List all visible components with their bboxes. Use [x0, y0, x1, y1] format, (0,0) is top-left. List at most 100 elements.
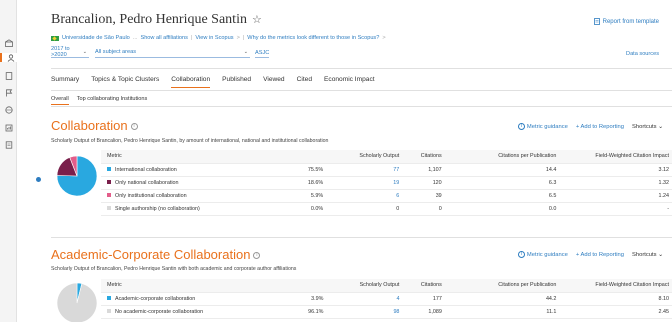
- shortcuts-label: Shortcuts: [632, 123, 657, 130]
- asjc-link[interactable]: ASJC: [255, 48, 270, 58]
- table-row: International collaboration 75.5% 77 1,1…: [101, 163, 672, 177]
- chevron-down-icon: ⌄: [82, 49, 87, 55]
- tab-published[interactable]: Published: [222, 76, 251, 88]
- add-to-reporting-button[interactable]: + Add to Reporting: [576, 252, 624, 258]
- scroll-marker: [36, 177, 41, 182]
- cpp-value: 44.2: [441, 292, 557, 306]
- fwci-value: 1.32: [556, 176, 672, 190]
- why-metrics-differ-link[interactable]: Why do the metrics look different to tho…: [247, 35, 379, 41]
- brazil-flag-icon: [51, 35, 59, 41]
- table-header-row: Metric Scholarly Output Citations Citati…: [101, 279, 672, 293]
- cpp-value: 6.5: [441, 189, 557, 203]
- report-icon[interactable]: [4, 123, 13, 132]
- column-header-fwci[interactable]: Field-Weighted Citation Impact: [556, 279, 672, 293]
- academic-corporate-pie-chart: [56, 282, 98, 322]
- info-icon: i: [517, 123, 525, 130]
- table-row: Only national collaboration 18.6% 19 120…: [101, 176, 672, 190]
- page-title: Brancalion, Pedro Henrique Santin ☆: [51, 12, 262, 28]
- shortcuts-menu[interactable]: Shortcuts ⌄: [632, 124, 663, 130]
- chevron-down-icon: ⌄: [658, 123, 663, 130]
- affiliation-link[interactable]: Universidade de São Paulo: [62, 35, 130, 41]
- report-from-template-label: Report from template: [602, 18, 659, 25]
- metric-guidance-link[interactable]: i Metric guidance: [517, 123, 568, 130]
- year-range-value: 2017 to >2020: [51, 46, 70, 58]
- info-icon[interactable]: i: [253, 252, 261, 259]
- institution-icon[interactable]: [4, 38, 13, 47]
- scholarly-output-link[interactable]: 98: [323, 305, 400, 319]
- legend-swatch: [107, 193, 111, 198]
- citations-value: 39: [399, 189, 442, 203]
- column-header-citations-per-publication[interactable]: Citations per Publication: [441, 279, 557, 293]
- scholarly-output-link[interactable]: 4: [323, 292, 400, 306]
- fwci-value: 1.24: [556, 189, 672, 203]
- column-header-citations[interactable]: Citations: [399, 279, 442, 293]
- report-doc-icon: [593, 18, 600, 25]
- percent-value: 5.9%: [262, 189, 324, 203]
- sub-tabs: Overall Top collaborating Institutions: [51, 96, 147, 105]
- person-icon[interactable]: [0, 53, 17, 62]
- academic-corporate-actions: i Metric guidance + Add to Reporting Sho…: [517, 251, 663, 258]
- citations-value: 1,107: [399, 163, 442, 177]
- export-icon[interactable]: [4, 140, 13, 149]
- percent-value: 18.6%: [262, 176, 324, 190]
- metric-label: No academic-corporate collaboration: [115, 308, 204, 315]
- column-header-citations[interactable]: Citations: [399, 150, 442, 164]
- legend-swatch: [107, 309, 111, 314]
- percent-value: 0.0%: [262, 202, 324, 216]
- tab-economic-impact[interactable]: Economic Impact: [324, 76, 375, 88]
- scholarly-output-value: 0: [323, 202, 400, 216]
- metric-guidance-link[interactable]: i Metric guidance: [517, 251, 568, 258]
- collaboration-table: Metric Scholarly Output Citations Citati…: [101, 150, 672, 216]
- pie-slice-no-academic-corporate[interactable]: [56, 282, 98, 322]
- cpp-value: 14.4: [441, 163, 557, 177]
- favorite-star-icon[interactable]: ☆: [252, 14, 262, 26]
- divider: [51, 90, 672, 91]
- column-header-scholarly-output[interactable]: Scholarly Output: [323, 279, 400, 293]
- divider: [51, 237, 672, 238]
- column-header-scholarly-output[interactable]: Scholarly Output: [323, 150, 400, 164]
- academic-corporate-description: Scholarly Output of Brancalion, Pedro He…: [51, 266, 297, 272]
- data-sources-link[interactable]: Data sources: [626, 51, 659, 57]
- add-to-reporting-button[interactable]: + Add to Reporting: [576, 124, 624, 130]
- info-icon[interactable]: i: [130, 123, 138, 130]
- collaboration-title-text: Collaboration: [51, 118, 128, 133]
- cpp-value: 6.3: [441, 176, 557, 190]
- column-header-citations-per-publication[interactable]: Citations per Publication: [441, 150, 557, 164]
- table-row: Academic-corporate collaboration 3.9% 4 …: [101, 292, 672, 306]
- metric-guidance-label: Metric guidance: [526, 251, 568, 258]
- scholarly-output-link[interactable]: 6: [323, 189, 400, 203]
- shortcuts-menu[interactable]: Shortcuts ⌄: [632, 252, 663, 258]
- metric-label: Only national collaboration: [115, 179, 179, 186]
- subtab-top-collaborating-institutions[interactable]: Top collaborating Institutions: [77, 96, 148, 105]
- subject-area-select[interactable]: All subject areas ⌄: [95, 48, 250, 58]
- divider: [51, 68, 672, 69]
- year-range-select[interactable]: 2017 to >2020 ⌄: [51, 46, 89, 58]
- chevron-down-icon: ⌄: [243, 49, 248, 55]
- flag-icon[interactable]: [4, 88, 13, 97]
- metric-label: Only institutional collaboration: [115, 192, 187, 199]
- view-in-scopus-link[interactable]: View in Scopus: [195, 35, 233, 41]
- citations-value: 120: [399, 176, 442, 190]
- percent-value: 96.1%: [263, 305, 324, 319]
- document-icon[interactable]: [4, 71, 13, 80]
- subtab-overall[interactable]: Overall: [51, 96, 69, 105]
- show-all-affiliations-link[interactable]: Show all affiliations: [140, 35, 187, 41]
- academic-corporate-table: Metric Scholarly Output Citations Citati…: [101, 279, 672, 319]
- collaboration-description: Scholarly Output of Brancalion, Pedro He…: [51, 138, 329, 144]
- tab-viewed[interactable]: Viewed: [263, 76, 285, 88]
- tab-cited[interactable]: Cited: [297, 76, 312, 88]
- tab-topics-topic-clusters[interactable]: Topics & Topic Clusters: [91, 76, 159, 88]
- tab-summary[interactable]: Summary: [51, 76, 79, 88]
- metric-label: International collaboration: [115, 166, 177, 173]
- globe-icon[interactable]: [4, 105, 13, 114]
- affiliation-bar: Universidade de São Paulo ... Show all a…: [51, 35, 386, 41]
- scholarly-output-link[interactable]: 19: [323, 176, 400, 190]
- column-header-fwci[interactable]: Field-Weighted Citation Impact: [556, 150, 672, 164]
- main-tabs: Summary Topics & Topic Clusters Collabor…: [51, 76, 375, 88]
- fwci-value: 8.10: [556, 292, 672, 306]
- cpp-value: 0.0: [441, 202, 557, 216]
- tab-collaboration[interactable]: Collaboration: [171, 76, 211, 88]
- scholarly-output-link[interactable]: 77: [323, 163, 400, 177]
- metric-label: Academic-corporate collaboration: [115, 295, 196, 302]
- report-from-template-link[interactable]: Report from template: [593, 18, 659, 25]
